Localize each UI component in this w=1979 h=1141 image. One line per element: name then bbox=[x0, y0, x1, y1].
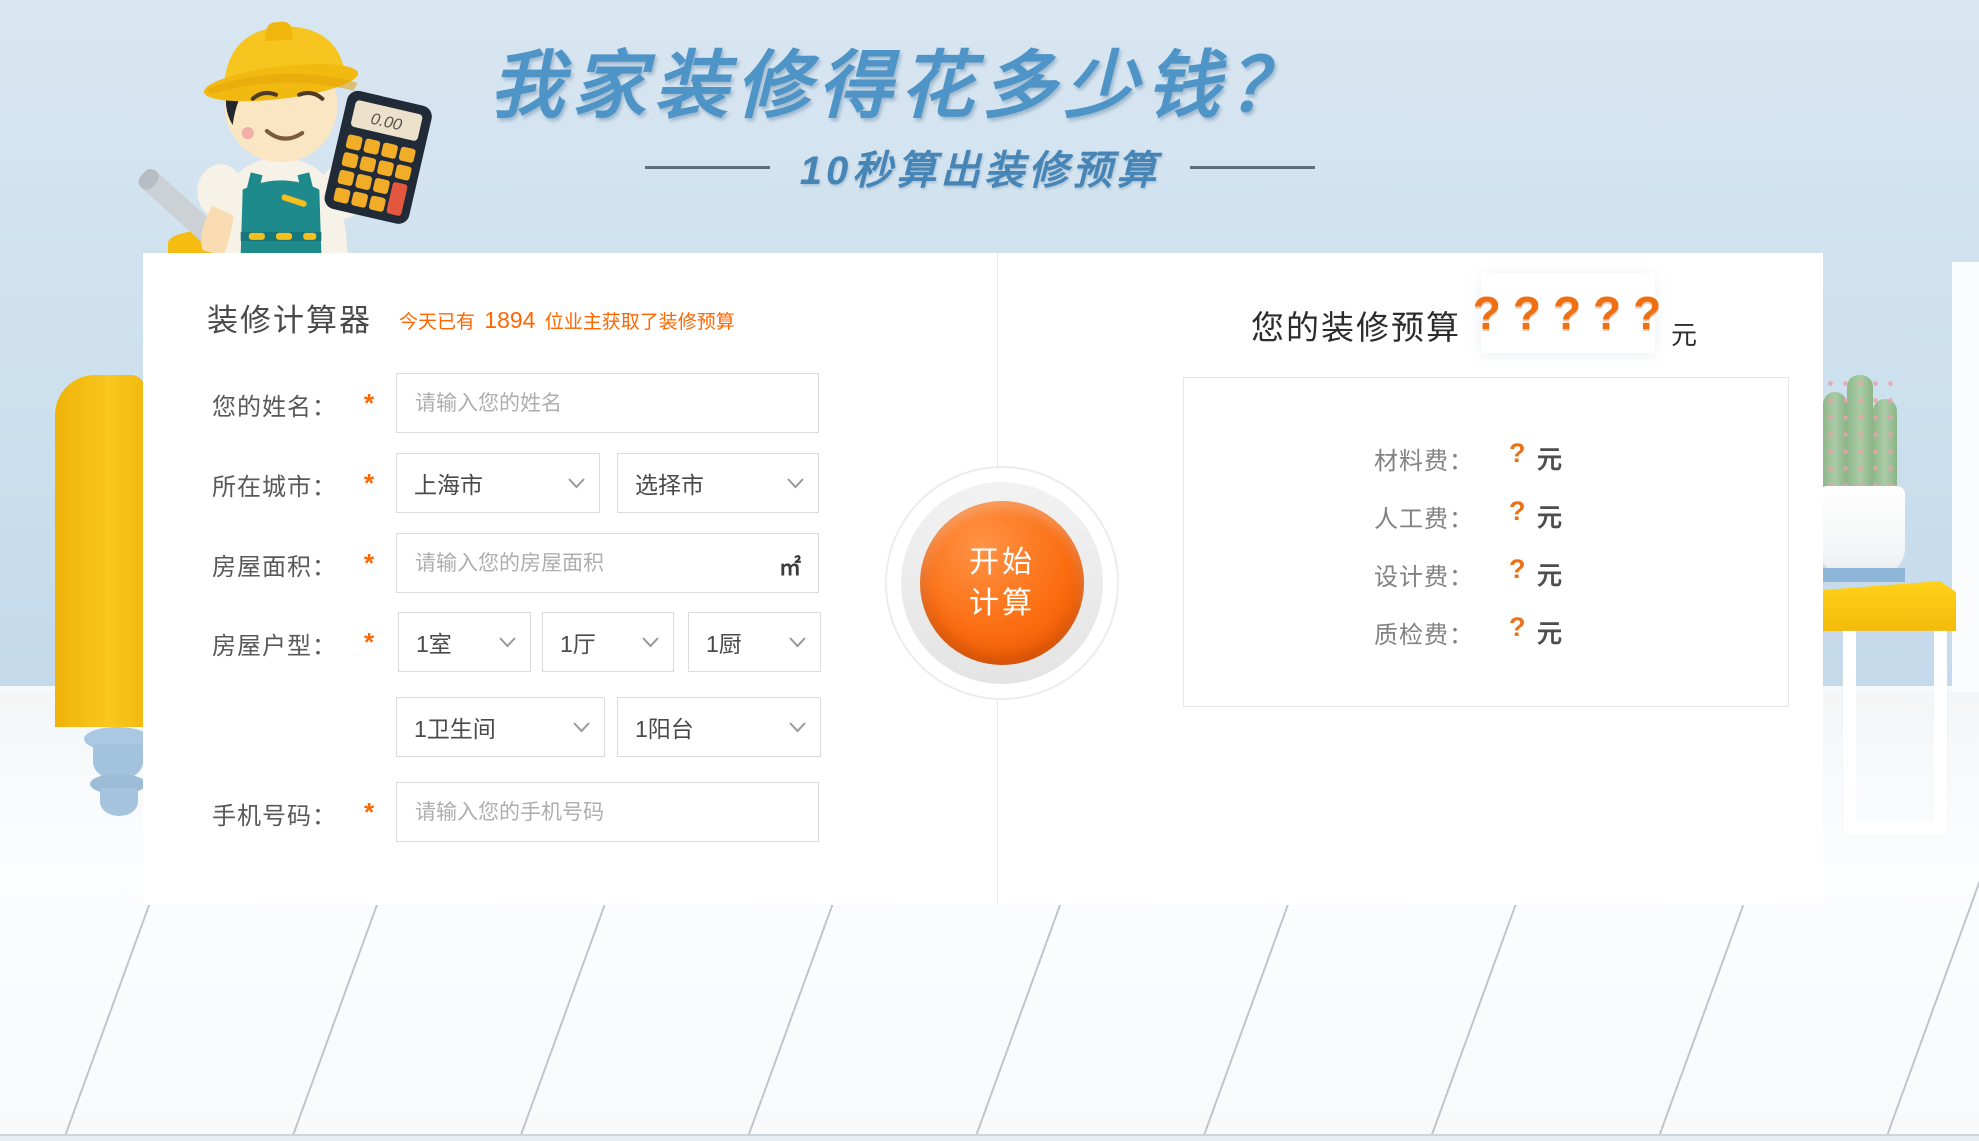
chevron-down-icon bbox=[568, 478, 585, 489]
cactus-plant bbox=[1823, 375, 1897, 487]
required-asterisk: * bbox=[364, 388, 374, 419]
stats-text: 今天已有 1894 位业主获取了装修预算 bbox=[399, 307, 735, 334]
stats-prefix: 今天已有 bbox=[399, 312, 475, 333]
page-subtitle-row: 10秒算出装修预算 bbox=[600, 138, 1360, 196]
page-title: 我家装修得花多少钱？ bbox=[420, 26, 1380, 133]
calculate-button-line2: 计算 bbox=[969, 583, 1035, 624]
page: 0.00 我家装修得花多少钱？ 10秒算出装修预算 装修计算器 今天已有 189… bbox=[0, 0, 1979, 1141]
area-unit: ㎡ bbox=[779, 550, 801, 582]
fee-value-labor: ? bbox=[1509, 496, 1526, 527]
required-asterisk: * bbox=[364, 627, 374, 658]
city-label: 所在城市： bbox=[212, 467, 337, 502]
name-label: 您的姓名： bbox=[212, 387, 337, 422]
sofa-leg bbox=[100, 788, 138, 816]
budget-unit: 元 bbox=[1671, 315, 1697, 352]
city-select[interactable]: 选择市 bbox=[617, 453, 819, 513]
bottom-strip bbox=[0, 1134, 1979, 1141]
phone-label: 手机号码： bbox=[212, 796, 337, 831]
halls-select[interactable]: 1厅 bbox=[542, 612, 674, 672]
chevron-down-icon bbox=[789, 722, 806, 733]
plant-pot bbox=[1819, 486, 1905, 576]
chevron-down-icon bbox=[787, 478, 804, 489]
result-title: 您的装修预算 bbox=[1251, 301, 1461, 349]
stool-legs bbox=[1843, 631, 1947, 835]
name-input[interactable] bbox=[396, 373, 819, 433]
kitchens-select[interactable]: 1厨 bbox=[688, 612, 821, 672]
fee-label-inspection: 质检费： bbox=[1184, 615, 1474, 650]
stats-count: 1894 bbox=[480, 307, 539, 333]
worker-mascot: 0.00 bbox=[126, 2, 432, 254]
required-asterisk: * bbox=[364, 797, 374, 828]
rooms-select-value: 1室 bbox=[416, 625, 452, 659]
fee-breakdown-box: 材料费： ? 元 人工费： ? 元 设计费： ? 元 质检费： ? 元 bbox=[1183, 377, 1789, 707]
calculate-button[interactable]: 开始 计算 bbox=[920, 501, 1084, 665]
required-asterisk: * bbox=[364, 468, 374, 499]
bathrooms-select-value: 1卫生间 bbox=[414, 710, 496, 744]
halls-select-value: 1厅 bbox=[560, 625, 596, 659]
chevron-down-icon bbox=[642, 637, 659, 648]
fee-unit-design: 元 bbox=[1537, 556, 1562, 592]
subtitle-rule-right bbox=[1190, 166, 1315, 169]
calculate-button-halo: 开始 计算 bbox=[885, 466, 1119, 700]
stool-mat bbox=[1823, 568, 1905, 582]
fee-label-materials: 材料费： bbox=[1184, 441, 1474, 476]
chevron-down-icon bbox=[499, 637, 516, 648]
area-input[interactable] bbox=[396, 533, 819, 593]
calculator-panel: 装修计算器 今天已有 1894 位业主获取了装修预算 您的姓名： * 所在城市：… bbox=[143, 253, 1823, 905]
area-label: 房屋面积： bbox=[212, 547, 337, 582]
fee-unit-labor: 元 bbox=[1537, 498, 1562, 534]
city-select-value: 选择市 bbox=[635, 466, 704, 500]
balconies-select-value: 1阳台 bbox=[635, 710, 694, 744]
white-furniture-edge bbox=[1952, 262, 1979, 692]
fee-unit-materials: 元 bbox=[1537, 440, 1562, 476]
budget-placeholder-box: ????? bbox=[1481, 273, 1655, 353]
fee-unit-inspection: 元 bbox=[1537, 614, 1562, 650]
fee-value-materials: ? bbox=[1509, 438, 1526, 469]
subtitle-rule-left bbox=[645, 166, 770, 169]
fee-value-inspection: ? bbox=[1509, 612, 1526, 643]
balconies-select[interactable]: 1阳台 bbox=[617, 697, 821, 757]
calculate-button-line1: 开始 bbox=[969, 542, 1035, 583]
mascot-calculator: 0.00 bbox=[322, 89, 432, 226]
fee-value-design: ? bbox=[1509, 554, 1526, 585]
province-select-value: 上海市 bbox=[414, 466, 483, 500]
bathrooms-select[interactable]: 1卫生间 bbox=[396, 697, 605, 757]
fee-label-labor: 人工费： bbox=[1184, 499, 1474, 534]
yellow-stool-top bbox=[1823, 581, 1956, 631]
budget-question-marks: ????? bbox=[1463, 286, 1674, 340]
rooms-select[interactable]: 1室 bbox=[398, 612, 531, 672]
page-subtitle: 10秒算出装修预算 bbox=[800, 138, 1161, 196]
province-select[interactable]: 上海市 bbox=[396, 453, 600, 513]
layout-label: 房屋户型： bbox=[212, 626, 337, 661]
yellow-sofa-arm bbox=[55, 375, 145, 727]
chevron-down-icon bbox=[573, 722, 590, 733]
fee-label-design: 设计费： bbox=[1184, 557, 1474, 592]
form-title: 装修计算器 bbox=[207, 295, 372, 340]
kitchens-select-value: 1厨 bbox=[706, 625, 742, 659]
chevron-down-icon bbox=[789, 637, 806, 648]
stats-suffix: 位业主获取了装修预算 bbox=[545, 312, 735, 333]
phone-input[interactable] bbox=[396, 782, 819, 842]
required-asterisk: * bbox=[364, 548, 374, 579]
